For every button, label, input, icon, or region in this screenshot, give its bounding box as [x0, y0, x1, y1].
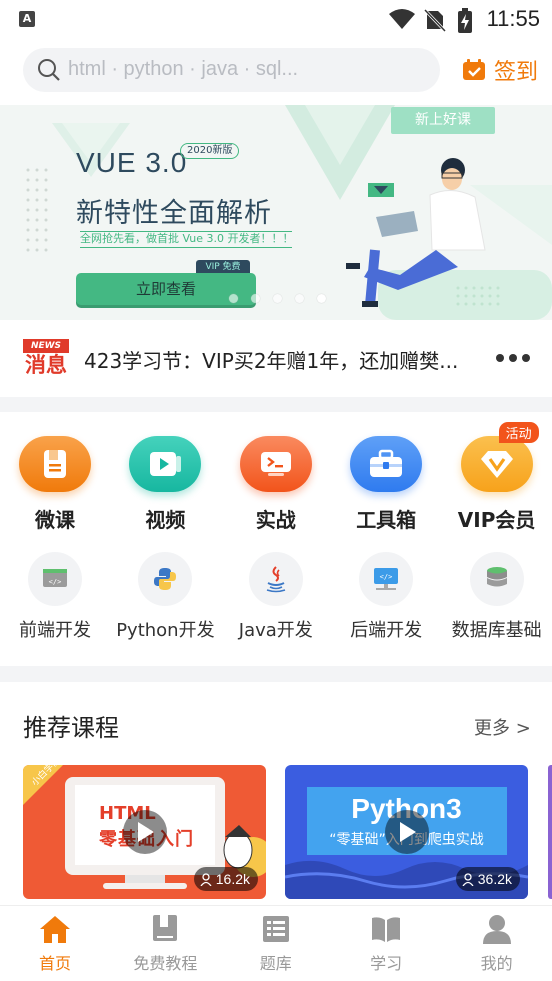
section-divider: [0, 397, 552, 412]
course-card-html[interactable]: 小白学前端 HTML 零基础入门 16.2k: [23, 765, 266, 899]
category-java[interactable]: Java开发: [221, 552, 331, 642]
nav-label: 首页: [38, 954, 71, 973]
book-icon: [110, 914, 220, 948]
home-icon: [0, 914, 110, 948]
profile-icon: [442, 914, 552, 948]
nav-label: 我的: [480, 954, 513, 973]
menu-item-terminal[interactable]: 实战: [221, 436, 331, 533]
category-label: 前端开发: [19, 620, 91, 641]
menu-item-book[interactable]: 微课: [0, 436, 110, 533]
search-input[interactable]: html · python · java · sql...: [23, 48, 440, 92]
news-logo-bottom: 消息: [25, 353, 67, 377]
signin-label: 签到: [494, 60, 539, 85]
pager-dot: [273, 294, 282, 303]
pager-dot: [251, 294, 260, 303]
menu-item-label: 实战: [255, 508, 296, 532]
banner-pager: [229, 294, 326, 303]
banner-headline: 新特性全面解析: [76, 198, 272, 229]
news-logo-top: NEWS: [23, 339, 69, 353]
svg-text:</>: </>: [380, 573, 393, 581]
play-icon[interactable]: [384, 810, 429, 854]
java-icon: [248, 552, 303, 606]
nav-item-study[interactable]: 学习: [331, 914, 441, 974]
status-bar: A 11:55: [0, 0, 552, 40]
course-card-python[interactable]: Python3 “零基础”入门到爬虫实战 36.2k: [285, 765, 528, 899]
menu-item-label: VIP会员: [457, 508, 536, 532]
category-backend[interactable]: </> 后端开发: [331, 552, 441, 642]
book-icon: [19, 436, 91, 492]
frontend-icon: </>: [28, 552, 82, 606]
category-label: Python开发: [116, 620, 215, 641]
category-python[interactable]: Python开发: [110, 552, 220, 642]
activity-badge: 活动: [498, 422, 539, 443]
view-count: 16.2k: [215, 871, 250, 887]
database-icon: [469, 552, 524, 606]
next-card-peek: [548, 765, 552, 899]
nav-item-book[interactable]: 免费教程: [110, 914, 220, 974]
video-icon: [129, 436, 202, 492]
view-count: 36.2k: [477, 871, 512, 887]
menu-item-video[interactable]: 视频: [110, 436, 220, 533]
study-icon: [331, 914, 441, 948]
section-title: 推荐课程: [23, 714, 119, 742]
edition-badge: 2020新版: [180, 143, 240, 159]
news-logo-icon: NEWS 消息: [23, 339, 69, 379]
more-link[interactable]: 更多 >: [474, 714, 531, 740]
user-icon: [200, 872, 212, 886]
menu-item-label: 微课: [35, 508, 75, 532]
section-divider: [0, 666, 552, 682]
banner-title: VUE 3.0: [76, 147, 188, 178]
nav-label: 学习: [370, 954, 403, 973]
search-placeholder: html · python · java · sql...: [68, 58, 299, 80]
menu-item-label: 视频: [145, 508, 186, 532]
pager-dot: [229, 294, 238, 303]
nav-label: 题库: [259, 954, 292, 973]
category-label: Java开发: [238, 620, 313, 641]
clock: 11:55: [486, 6, 540, 31]
terminal-icon: [239, 436, 312, 492]
svg-text:</>: </>: [49, 578, 62, 586]
toolbox-icon: [350, 436, 423, 492]
news-ticker[interactable]: NEWS 消息 423学习节：VIP买2年赠1年，还加赠樊...: [0, 320, 552, 397]
vip-icon: 活动: [460, 422, 539, 492]
view-count-badge: 36.2k: [455, 867, 520, 891]
battery-icon: [458, 8, 472, 33]
menu-item-toolbox[interactable]: 工具箱: [331, 436, 441, 533]
view-count-badge: 16.2k: [193, 867, 258, 891]
nav-label: 免费教程: [133, 954, 198, 973]
pager-dot: [295, 294, 304, 303]
app-notification-icon: A: [19, 11, 35, 27]
main-menu: 微课 视频 实战 工具箱 活动 VIP会员: [0, 422, 552, 532]
category-menu: </> 前端开发 Python开发 Java开发 </> 后端开发 数据库基础: [0, 552, 552, 662]
category-label: 数据库基础: [451, 620, 542, 641]
question-bank-icon: [221, 914, 331, 948]
calendar-check-icon: [463, 59, 485, 80]
pager-dot: [317, 294, 326, 303]
wifi-icon: [389, 9, 415, 29]
nav-item-question-bank[interactable]: 题库: [221, 914, 331, 974]
backend-icon: </>: [359, 552, 414, 606]
play-icon[interactable]: [122, 810, 167, 854]
category-label: 后端开发: [350, 620, 423, 641]
category-frontend[interactable]: </> 前端开发: [0, 552, 110, 642]
promo-banner[interactable]: 新上好课 VUE 3.0 2020新版 新特性全面解析 全网抢先看，做首批 Vu…: [0, 105, 552, 320]
bottom-nav: 首页 免费教程 题库 学习 我的: [0, 905, 552, 981]
more-options-icon[interactable]: [496, 354, 530, 362]
python-icon: [138, 552, 193, 606]
new-course-tag: 新上好课: [391, 107, 495, 134]
banner-subtitle: 全网抢先看，做首批 Vue 3.0 开发者！！！: [80, 231, 292, 248]
user-icon: [462, 872, 474, 886]
menu-item-vip[interactable]: 活动 VIP会员: [442, 422, 552, 533]
no-sim-icon: [424, 8, 446, 32]
dot-pattern-right: [456, 286, 500, 306]
menu-item-label: 工具箱: [356, 508, 417, 532]
category-database[interactable]: 数据库基础: [442, 552, 552, 642]
vip-free-tag: VIP 免费: [196, 260, 250, 274]
nav-item-home[interactable]: 首页: [0, 914, 110, 974]
signin-button[interactable]: 签到: [462, 55, 538, 85]
dot-pattern: [26, 168, 48, 252]
nav-item-profile[interactable]: 我的: [442, 914, 552, 974]
search-icon: [38, 59, 60, 81]
news-text: 423学习节：VIP买2年赠1年，还加赠樊...: [84, 349, 459, 373]
